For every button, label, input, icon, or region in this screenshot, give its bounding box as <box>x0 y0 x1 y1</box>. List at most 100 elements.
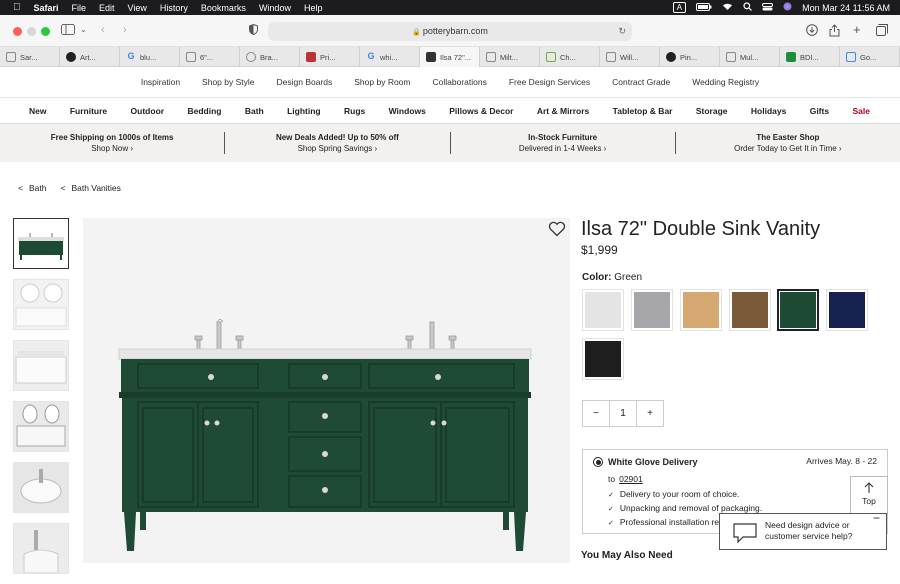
menu-help[interactable]: Help <box>304 3 323 13</box>
sidebar-icon[interactable] <box>61 24 75 38</box>
color-swatch-light-wood[interactable] <box>680 289 722 331</box>
forward-arrow-icon[interactable]: › <box>123 24 127 36</box>
nav-design-boards[interactable]: Design Boards <box>266 67 344 97</box>
product-thumbnail[interactable] <box>13 462 69 513</box>
back-arrow-icon[interactable]: ‹ <box>101 24 105 36</box>
category-bedding[interactable]: Bedding <box>187 98 221 123</box>
color-swatch-navy[interactable] <box>826 289 868 331</box>
menu-view[interactable]: View <box>128 3 147 13</box>
browser-tab[interactable]: Mul... <box>720 47 780 67</box>
main-product-image[interactable] <box>83 218 570 563</box>
category-sale[interactable]: Sale <box>852 98 870 123</box>
browser-tab[interactable]: Bra... <box>240 47 300 67</box>
new-tab-icon[interactable]: + <box>853 23 861 36</box>
product-thumbnail[interactable] <box>13 279 69 330</box>
nav-shop-by-style[interactable]: Shop by Style <box>191 67 265 97</box>
quantity-decrease-button[interactable]: − <box>583 401 610 426</box>
color-swatch-green[interactable] <box>777 289 819 331</box>
browser-tab[interactable]: Ch... <box>540 47 600 67</box>
product-thumbnail[interactable] <box>13 218 69 269</box>
menu-edit[interactable]: Edit <box>99 3 115 13</box>
zoom-window-button[interactable] <box>41 27 50 36</box>
category-lighting[interactable]: Lighting <box>287 98 321 123</box>
color-swatch-dark-wood[interactable] <box>729 289 771 331</box>
favorite-heart-icon[interactable] <box>548 221 566 242</box>
chevron-down-icon[interactable]: ⌄ <box>80 24 87 36</box>
control-center-icon[interactable] <box>762 2 774 13</box>
promo-in-stock[interactable]: In-Stock Furniture Delivered in 1-4 Weeks… <box>451 132 676 154</box>
category-outdoor[interactable]: Outdoor <box>131 98 165 123</box>
product-thumbnail[interactable] <box>13 523 69 574</box>
browser-tab[interactable]: Pin... <box>660 47 720 67</box>
delivery-zip-link[interactable]: 02901 <box>619 474 643 484</box>
battery-icon[interactable] <box>696 2 712 13</box>
category-holidays[interactable]: Holidays <box>751 98 786 123</box>
browser-tab[interactable]: Go... <box>840 47 900 67</box>
downloads-icon[interactable] <box>806 24 818 39</box>
address-bar[interactable]: 🔒 potterybarn.com ↻ <box>268 22 632 41</box>
menu-app-name[interactable]: Safari <box>34 3 59 13</box>
category-furniture[interactable]: Furniture <box>70 98 107 123</box>
nav-free-design-services[interactable]: Free Design Services <box>498 67 601 97</box>
breadcrumb-bath[interactable]: Bath <box>29 183 47 193</box>
product-thumbnail[interactable] <box>13 340 69 391</box>
browser-tab[interactable]: 6"... <box>180 47 240 67</box>
promo-link[interactable]: Order Today to Get It in Time › <box>676 144 900 153</box>
category-art-mirrors[interactable]: Art & Mirrors <box>537 98 589 123</box>
menu-file[interactable]: File <box>72 3 87 13</box>
browser-tab[interactable]: BDI... <box>780 47 840 67</box>
nav-shop-by-room[interactable]: Shop by Room <box>343 67 421 97</box>
menubar-datetime[interactable]: Mon Mar 24 11:56 AM <box>802 3 890 13</box>
tab-overview-icon[interactable] <box>876 24 888 39</box>
category-pillows-decor[interactable]: Pillows & Decor <box>449 98 513 123</box>
share-icon[interactable] <box>829 24 840 40</box>
help-chat-widget[interactable]: Need design advice or customer service h… <box>719 511 887 550</box>
promo-easter-shop[interactable]: The Easter Shop Order Today to Get It in … <box>676 132 900 154</box>
spotlight-search-icon[interactable] <box>743 2 753 13</box>
breadcrumb-bath-vanities[interactable]: Bath Vanities <box>71 183 120 193</box>
color-swatch-white[interactable] <box>582 289 624 331</box>
quantity-increase-button[interactable]: + <box>637 401 663 426</box>
browser-tab[interactable]: Gblu... <box>120 47 180 67</box>
wifi-icon[interactable] <box>722 2 733 13</box>
promo-link[interactable]: Delivered in 1-4 Weeks › <box>451 144 675 153</box>
browser-tab-active[interactable]: Ilsa 72"... <box>420 47 480 67</box>
browser-tab[interactable]: Art... <box>60 47 120 67</box>
promo-new-deals[interactable]: New Deals Added! Up to 50% off Shop Sprin… <box>225 132 451 154</box>
quantity-input[interactable]: 1 <box>610 401 637 426</box>
promo-link[interactable]: Shop Now › <box>0 144 224 153</box>
nav-inspiration[interactable]: Inspiration <box>130 67 191 97</box>
category-tabletop-bar[interactable]: Tabletop & Bar <box>613 98 673 123</box>
category-rugs[interactable]: Rugs <box>344 98 365 123</box>
back-to-top-button[interactable]: Top <box>850 476 888 515</box>
browser-tab[interactable]: Sar... <box>0 47 60 67</box>
delivery-radio-button[interactable] <box>593 457 603 467</box>
product-thumbnail[interactable] <box>13 401 69 452</box>
category-new[interactable]: New <box>29 98 46 123</box>
nav-contract-grade[interactable]: Contract Grade <box>601 67 681 97</box>
color-swatch-black[interactable] <box>582 338 624 380</box>
browser-tab[interactable]: Milt... <box>480 47 540 67</box>
category-storage[interactable]: Storage <box>696 98 728 123</box>
reload-icon[interactable]: ↻ <box>618 22 626 41</box>
promo-link[interactable]: Shop Spring Savings › <box>225 144 449 153</box>
minimize-window-button[interactable] <box>27 27 36 36</box>
privacy-shield-icon[interactable] <box>249 23 258 38</box>
nav-collaborations[interactable]: Collaborations <box>422 67 498 97</box>
color-swatch-gray[interactable] <box>631 289 673 331</box>
promo-free-shipping[interactable]: Free Shipping on 1000s of Items Shop Now … <box>0 132 226 154</box>
apple-icon[interactable]:  <box>13 2 21 13</box>
browser-tab[interactable]: Gwhi... <box>360 47 420 67</box>
browser-tab[interactable]: Pri... <box>300 47 360 67</box>
menu-window[interactable]: Window <box>259 3 291 13</box>
category-gifts[interactable]: Gifts <box>810 98 829 123</box>
siri-icon[interactable] <box>783 2 792 13</box>
category-windows[interactable]: Windows <box>389 98 426 123</box>
menu-history[interactable]: History <box>160 3 188 13</box>
close-window-button[interactable] <box>13 27 22 36</box>
category-bath[interactable]: Bath <box>245 98 264 123</box>
menu-bookmarks[interactable]: Bookmarks <box>201 3 246 13</box>
input-source-indicator[interactable]: A <box>672 2 687 13</box>
minimize-chat-icon[interactable]: − <box>873 511 880 525</box>
browser-tab[interactable]: Will... <box>600 47 660 67</box>
